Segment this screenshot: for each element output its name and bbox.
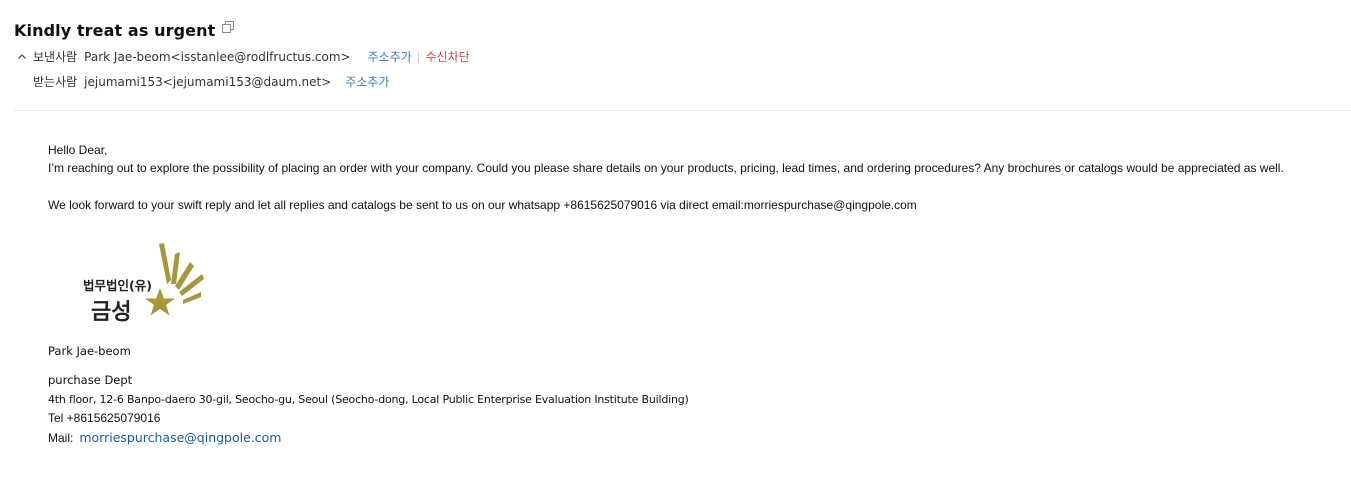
subject-row: Kindly treat as urgent <box>14 20 235 40</box>
signature-name: Park Jae-beom <box>48 344 131 358</box>
copy-icon[interactable] <box>222 20 235 33</box>
signature-mail-label: Mail: <box>48 431 74 445</box>
separator: | <box>416 50 421 63</box>
sender-label: 보낸사람 <box>33 50 78 64</box>
signature-address: 4th floor, 12-6 Banpo-daero 30-gil, Seoc… <box>48 393 689 406</box>
signature-mail-link[interactable]: morriespurchase@qingpole.com <box>79 430 281 445</box>
body-paragraph-2: We look forward to your swift reply and … <box>48 198 917 212</box>
logo-text-top: 법무법인(유) <box>83 278 152 293</box>
signature-dept: purchase Dept <box>48 373 133 387</box>
company-logo: 법무법인(유) 금성 <box>83 243 204 325</box>
greeting-text: Hello Dear, <box>48 143 108 157</box>
recipient-label: 받는사람 <box>33 75 78 89</box>
add-recipient-address-button[interactable]: 주소추가 <box>345 73 389 90</box>
sender-row: 보낸사람 Park Jae-beom<isstanlee@rodlfructus… <box>17 48 470 65</box>
body-paragraph-1: I’m reaching out to explore the possibil… <box>48 161 1284 175</box>
logo-text-main: 금성 <box>91 300 131 325</box>
add-sender-address-button[interactable]: 주소추가 <box>368 48 412 65</box>
mail-subject: Kindly treat as urgent <box>14 21 216 40</box>
signature-tel: Tel +8615625079016 <box>48 411 161 425</box>
signature-mail-row: Mail: morriespurchase@qingpole.com <box>48 430 281 445</box>
recipient-row: 받는사람 jejumami153<jejumami153@daum.net> 주… <box>33 73 389 90</box>
recipient-address[interactable]: jejumami153<jejumami153@daum.net> <box>84 75 331 89</box>
chevron-up-icon[interactable] <box>17 52 27 62</box>
header-divider <box>14 110 1351 111</box>
block-sender-button[interactable]: 수신차단 <box>426 48 470 65</box>
sender-address[interactable]: Park Jae-beom<isstanlee@rodlfructus.com> <box>84 50 350 64</box>
